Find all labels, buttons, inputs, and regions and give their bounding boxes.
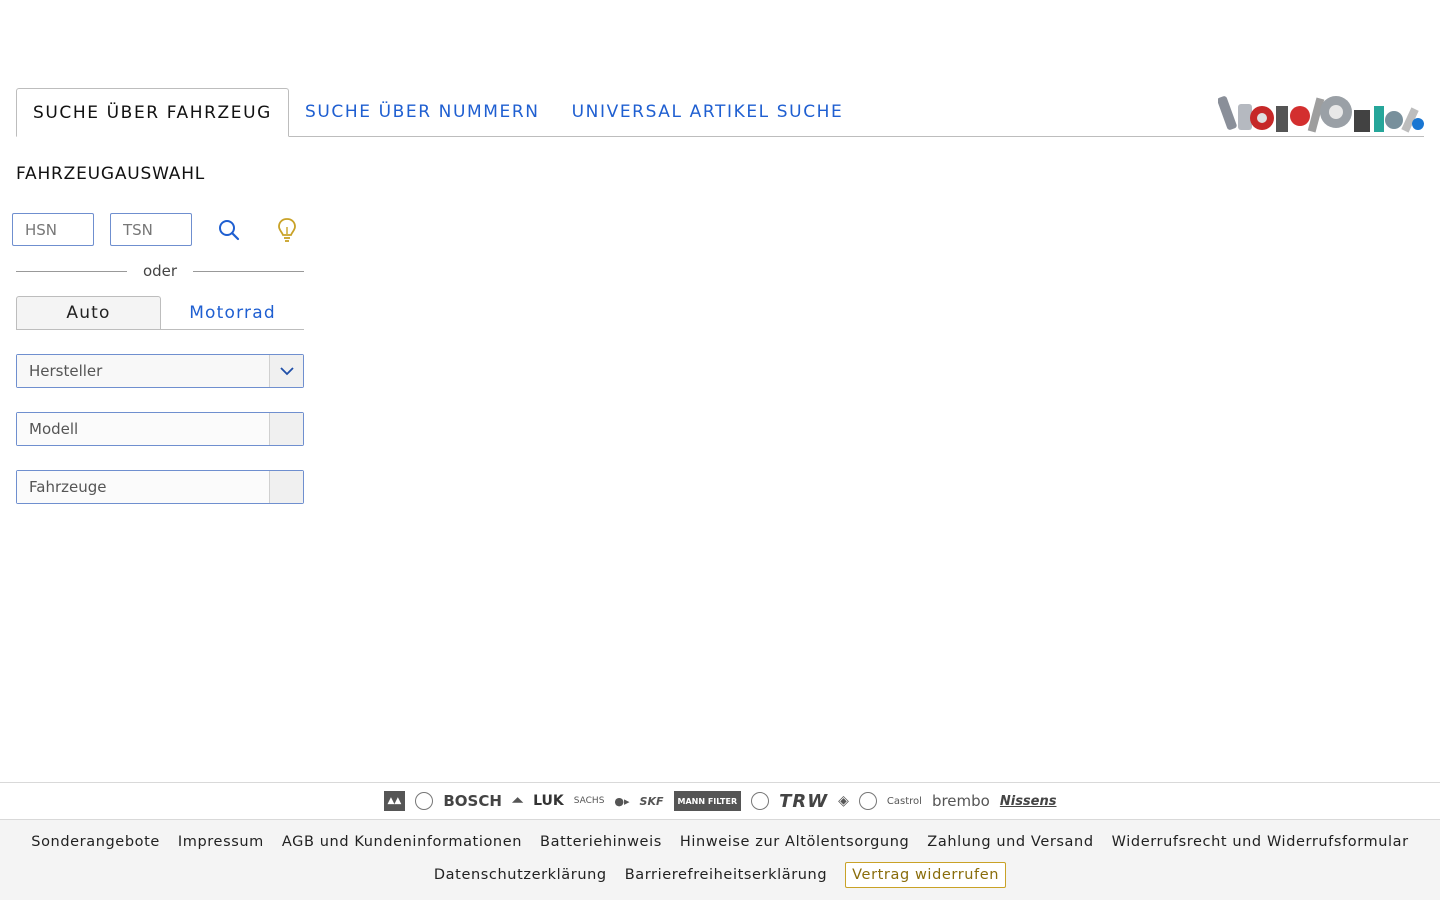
manufacturer-select[interactable]: Hersteller <box>16 354 304 388</box>
footer-link-barrierefreiheit[interactable]: Barrierefreiheitserklärung <box>625 867 827 883</box>
footer-link-agb[interactable]: AGB und Kundeninformationen <box>282 834 522 850</box>
search-icon <box>219 220 240 241</box>
footer-link-widerrufsrecht[interactable]: Widerrufsrecht und Widerrufsformular <box>1112 834 1409 850</box>
brand-logo-dot: ●▸ <box>614 794 630 808</box>
manufacturer-select-label: Hersteller <box>17 355 269 387</box>
brand-logo-mann-filter: MANN FILTER <box>673 791 742 811</box>
vehicles-select[interactable]: Fahrzeuge <box>16 470 304 504</box>
vehicle-type-toggle: Auto Motorrad <box>16 296 304 330</box>
footer-links-row-2: Datenschutzerklärung Barrierefreiheitser… <box>0 862 1440 888</box>
brand-logo-trw: TRW <box>779 790 829 812</box>
manufacturer-select-arrow[interactable] <box>269 355 303 387</box>
revoke-contract-button[interactable]: Vertrag widerrufen <box>845 862 1007 888</box>
tab-universal-search[interactable]: UNIVERSAL ARTIKEL SUCHE <box>556 87 860 136</box>
footer-links-row-1: Sonderangebote Impressum AGB und Kundeni… <box>0 834 1440 850</box>
hint-button[interactable] <box>273 216 301 244</box>
brand-logos-strip: ▲▲ BOSCH ⏶ LUK SACHS ●▸ SKF MANN FILTER … <box>0 782 1440 820</box>
brand-logo-bosch: BOSCH <box>443 792 502 810</box>
brand-logo-luk: LUK <box>533 793 564 809</box>
vehicles-select-label: Fahrzeuge <box>17 471 269 503</box>
divider-text: oder <box>142 262 178 280</box>
chevron-down-icon <box>279 367 294 376</box>
search-button[interactable] <box>215 216 243 244</box>
vehicle-type-auto[interactable]: Auto <box>16 296 161 329</box>
footer-link-datenschutz[interactable]: Datenschutzerklärung <box>434 867 607 883</box>
divider-line-right <box>193 270 305 272</box>
page: SUCHE ÜBER FAHRZEUG SUCHE ÜBER NUMMERN U… <box>0 0 1440 900</box>
vehicle-selection-title: FAHRZEUGAUSWAHL <box>16 164 206 184</box>
lightbulb-icon <box>278 218 296 242</box>
brand-logo-nissens: Nissens <box>999 793 1057 809</box>
brand-logo-wheel <box>858 792 877 810</box>
tsn-input[interactable] <box>110 213 192 246</box>
brand-logo-landscape: ▲▲ <box>383 791 406 811</box>
model-select[interactable]: Modell <box>16 412 304 446</box>
vehicle-type-motorrad[interactable]: Motorrad <box>161 296 304 329</box>
brand-logo-castrol: Castrol <box>886 795 922 807</box>
footer-link-impressum[interactable]: Impressum <box>178 834 264 850</box>
search-tabs: SUCHE ÜBER FAHRZEUG SUCHE ÜBER NUMMERN U… <box>16 88 1424 137</box>
footer-link-altoelentsorgung[interactable]: Hinweise zur Altölentsorgung <box>680 834 909 850</box>
footer-link-sonderangebote[interactable]: Sonderangebote <box>31 834 160 850</box>
brand-logo-oval <box>751 792 770 810</box>
footer-link-batteriehinweis[interactable]: Batteriehinweis <box>540 834 662 850</box>
brand-logo-triangle: ⏶ <box>511 793 524 809</box>
model-select-arrow[interactable] <box>269 413 303 445</box>
vehicles-select-arrow[interactable] <box>269 471 303 503</box>
divider-line-left <box>16 270 127 272</box>
brand-logo-circle <box>415 792 434 810</box>
or-divider: oder <box>16 262 305 280</box>
brand-logo-sachs: SACHS <box>573 796 605 806</box>
brand-logo-diamond: ◈ <box>838 793 849 809</box>
auto-parts-banner <box>1218 96 1424 133</box>
tab-number-search[interactable]: SUCHE ÜBER NUMMERN <box>289 87 556 136</box>
model-select-label: Modell <box>17 413 269 445</box>
tab-vehicle-search[interactable]: SUCHE ÜBER FAHRZEUG <box>16 88 289 137</box>
hsn-input[interactable] <box>12 213 94 246</box>
brand-logo-skf: SKF <box>639 794 664 808</box>
brand-logo-brembo: brembo <box>931 792 990 810</box>
footer: Sonderangebote Impressum AGB und Kundeni… <box>0 820 1440 900</box>
footer-link-zahlung-versand[interactable]: Zahlung und Versand <box>927 834 1093 850</box>
